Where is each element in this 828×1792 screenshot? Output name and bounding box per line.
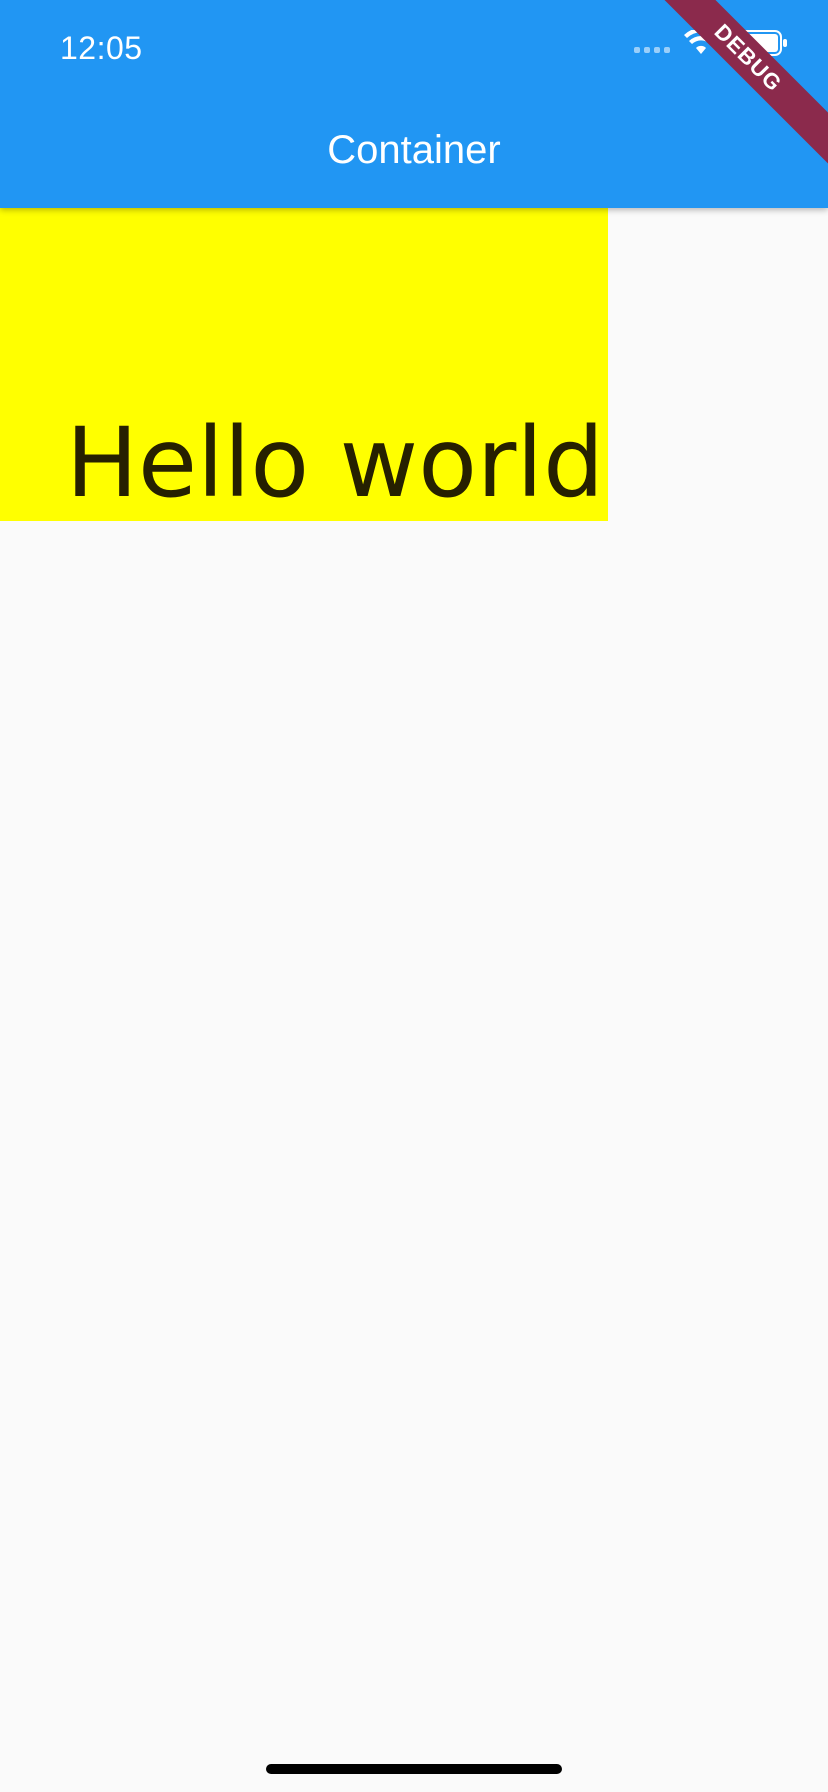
app-bar-title: Container	[327, 128, 501, 172]
cellular-signal-icon	[634, 33, 670, 53]
yellow-container: Hello world	[0, 208, 608, 521]
hello-world-text: Hello world	[65, 407, 604, 519]
status-time: 12:05	[60, 30, 143, 66]
app-bar: 12:05 Container DEBUG	[0, 0, 828, 208]
home-indicator[interactable]	[266, 1764, 562, 1774]
